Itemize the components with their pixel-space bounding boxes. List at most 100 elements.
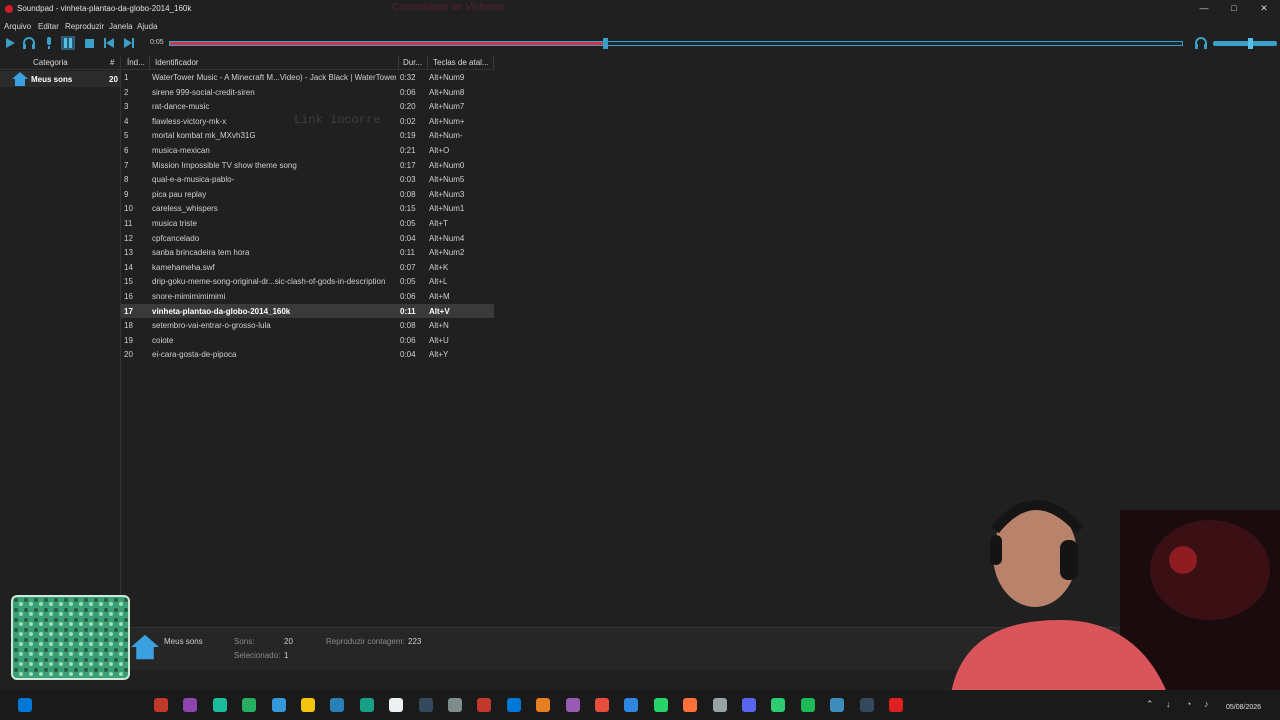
table-row[interactable]: 1 WaterTower Music - A Minecraft M...Vide… bbox=[121, 70, 494, 84]
table-row[interactable]: 11 musica triste 0:05 Alt+T bbox=[121, 216, 494, 230]
row-hotkey: Alt+Num1 bbox=[429, 204, 465, 214]
maximize-icon[interactable]: □ bbox=[1226, 3, 1242, 15]
taskbar-app-icon[interactable] bbox=[506, 698, 521, 712]
row-name: pica pau replay bbox=[152, 189, 207, 199]
table-row[interactable]: 18 setembro-vai-entrar-o-grosso-lula 0:08 A… bbox=[121, 318, 494, 332]
table-row[interactable]: 9 pica pau replay 0:08 Alt+Num3 bbox=[121, 187, 494, 201]
table-row[interactable]: 10 careless_whispers 0:15 Alt+Num1 bbox=[121, 201, 494, 215]
windows-taskbar: ⌃ ↓ ◔ ♪ 05/08/2026 bbox=[0, 690, 1280, 720]
table-row[interactable]: 13 sanba brincadeira tem hora 0:11 Alt+Num2 bbox=[121, 245, 494, 259]
table-row[interactable]: 19 coiote 0:06 Alt+U bbox=[121, 333, 494, 347]
column-divider[interactable] bbox=[398, 55, 399, 69]
taskbar-app-icon[interactable] bbox=[830, 698, 845, 712]
row-index: 11 bbox=[124, 219, 133, 228]
seek-handle[interactable] bbox=[603, 38, 608, 49]
table-row[interactable]: 20 ei-cara-gosta-de-pipoca 0:04 Alt+Y bbox=[121, 347, 494, 361]
taskbar-app-icon[interactable] bbox=[771, 698, 786, 712]
headphones-icon[interactable] bbox=[22, 36, 36, 50]
row-duration: 0:32 bbox=[400, 73, 416, 82]
taskbar-app-icon[interactable] bbox=[624, 698, 639, 712]
row-name: vinheta-plantao-da-globo-2014_160k bbox=[152, 306, 291, 316]
taskbar-app-icon[interactable] bbox=[212, 698, 227, 712]
row-hotkey: Alt+Num2 bbox=[429, 248, 465, 258]
menu-ajuda[interactable]: Ajuda bbox=[137, 22, 157, 31]
table-row[interactable]: 3 rat-dance-music 0:20 Alt+Num7 bbox=[121, 99, 494, 113]
sidebar-item-meus-sons[interactable]: Meus sons 20 bbox=[0, 71, 120, 87]
wifi-icon[interactable]: ◔ bbox=[1186, 699, 1191, 709]
table-row[interactable]: 7 Mission Impossible TV show theme song 0:… bbox=[121, 158, 494, 172]
volume-icon[interactable]: ♪ bbox=[1204, 699, 1209, 709]
menu-reproduzir[interactable]: Reproduzir bbox=[65, 22, 104, 31]
taskbar-app-icon[interactable] bbox=[712, 698, 727, 712]
previous-icon[interactable] bbox=[102, 36, 116, 50]
close-icon[interactable]: ✕ bbox=[1256, 3, 1272, 15]
taskbar-app-icon[interactable] bbox=[330, 698, 345, 712]
stop-icon[interactable] bbox=[82, 36, 96, 50]
taskbar-app-icon[interactable] bbox=[683, 698, 698, 712]
row-name: musica-mexican bbox=[152, 146, 210, 155]
table-row[interactable]: 6 musica-mexican 0:21 Alt+O bbox=[121, 143, 494, 157]
volume-slider[interactable] bbox=[1213, 41, 1277, 46]
taskbar-app-icon[interactable] bbox=[418, 698, 433, 712]
taskbar-app-icon[interactable] bbox=[448, 698, 462, 712]
menu-editar[interactable]: Editar bbox=[38, 22, 59, 31]
taskbar-app-icon[interactable] bbox=[271, 698, 286, 712]
network-icon[interactable]: ↓ bbox=[1166, 699, 1171, 709]
row-name: snore-mimimimimimi bbox=[152, 292, 226, 301]
home-icon bbox=[12, 72, 28, 86]
table-row[interactable]: 8 qual-e-a-musica-pablo- 0:03 Alt+Num5 bbox=[121, 172, 494, 186]
table-row[interactable]: 14 kamehameha.swf 0:07 Alt+K bbox=[121, 260, 494, 274]
table-header: Índ... Identificador Dur... Teclas de at… bbox=[121, 55, 494, 70]
table-row[interactable]: 2 sirene 999-social-credit-siren 0:06 Alt+N… bbox=[121, 85, 494, 99]
row-index: 10 bbox=[124, 204, 133, 214]
taskbar-app-icon[interactable] bbox=[389, 698, 404, 712]
row-duration: 0:08 bbox=[400, 189, 416, 199]
column-hotkey[interactable]: Teclas de atal... bbox=[433, 58, 489, 67]
column-divider[interactable] bbox=[493, 55, 494, 69]
taskbar-app-icon[interactable] bbox=[183, 698, 198, 712]
column-divider[interactable] bbox=[149, 55, 150, 69]
headphones-icon[interactable] bbox=[1194, 36, 1208, 50]
pause-icon[interactable] bbox=[61, 36, 75, 50]
next-icon[interactable] bbox=[122, 36, 136, 50]
taskbar-app-icon[interactable] bbox=[742, 698, 756, 712]
microphone-icon[interactable] bbox=[42, 36, 56, 50]
table-row[interactable]: 12 cpfcancelado 0:04 Alt+Num4 bbox=[121, 231, 494, 245]
taskbar-app-icon[interactable] bbox=[800, 698, 815, 712]
column-duration[interactable]: Dur... bbox=[403, 58, 422, 67]
taskbar-app-icon[interactable] bbox=[595, 698, 609, 712]
minimize-icon[interactable]: — bbox=[1196, 3, 1212, 15]
table-row[interactable]: 15 drip-goku-meme-song-original-dr...sic-… bbox=[121, 274, 494, 288]
seek-bar[interactable] bbox=[169, 41, 1183, 46]
taskbar-date[interactable]: 05/08/2026 bbox=[1226, 704, 1261, 711]
taskbar-app-icon[interactable] bbox=[242, 698, 257, 712]
windows-start-icon[interactable] bbox=[18, 698, 32, 712]
column-categoria[interactable]: Categoria bbox=[33, 58, 68, 67]
column-divider[interactable] bbox=[427, 55, 428, 69]
column-index[interactable]: Índ... bbox=[127, 58, 145, 67]
play-icon[interactable] bbox=[3, 36, 17, 50]
taskbar-app-icon[interactable] bbox=[536, 698, 551, 712]
table-row[interactable]: 16 snore-mimimimimimi 0:06 Alt+M bbox=[121, 289, 494, 303]
column-count[interactable]: # bbox=[110, 58, 114, 67]
column-identificador[interactable]: Identificador bbox=[155, 58, 199, 67]
taskbar-app-icon[interactable] bbox=[359, 698, 374, 712]
taskbar-app-icon[interactable] bbox=[653, 698, 668, 712]
chevron-up-icon[interactable]: ⌃ bbox=[1146, 699, 1154, 710]
menu-janela[interactable]: Janela bbox=[109, 22, 133, 31]
row-index: 19 bbox=[124, 335, 133, 345]
row-hotkey: Alt+O bbox=[429, 146, 450, 155]
row-name: cpfcancelado bbox=[152, 233, 200, 243]
menu-arquivo[interactable]: Arquivo bbox=[4, 22, 31, 31]
taskbar-app-icon[interactable] bbox=[859, 698, 874, 712]
taskbar-app-icon[interactable] bbox=[889, 698, 903, 712]
table-row[interactable]: 5 mortal kombat mk_MXvh31G 0:19 Alt+Num- bbox=[121, 128, 494, 142]
taskbar-app-icon[interactable] bbox=[154, 698, 168, 712]
taskbar-app-icon[interactable] bbox=[565, 698, 580, 712]
row-hotkey: Alt+Num8 bbox=[429, 87, 465, 97]
table-row[interactable]: 17 vinheta-plantao-da-globo-2014_160k 0:11… bbox=[121, 303, 494, 318]
taskbar-app-icon[interactable] bbox=[477, 698, 492, 712]
volume-handle[interactable] bbox=[1248, 38, 1253, 49]
row-hotkey: Alt+V bbox=[429, 306, 450, 316]
taskbar-app-icon[interactable] bbox=[301, 698, 315, 712]
